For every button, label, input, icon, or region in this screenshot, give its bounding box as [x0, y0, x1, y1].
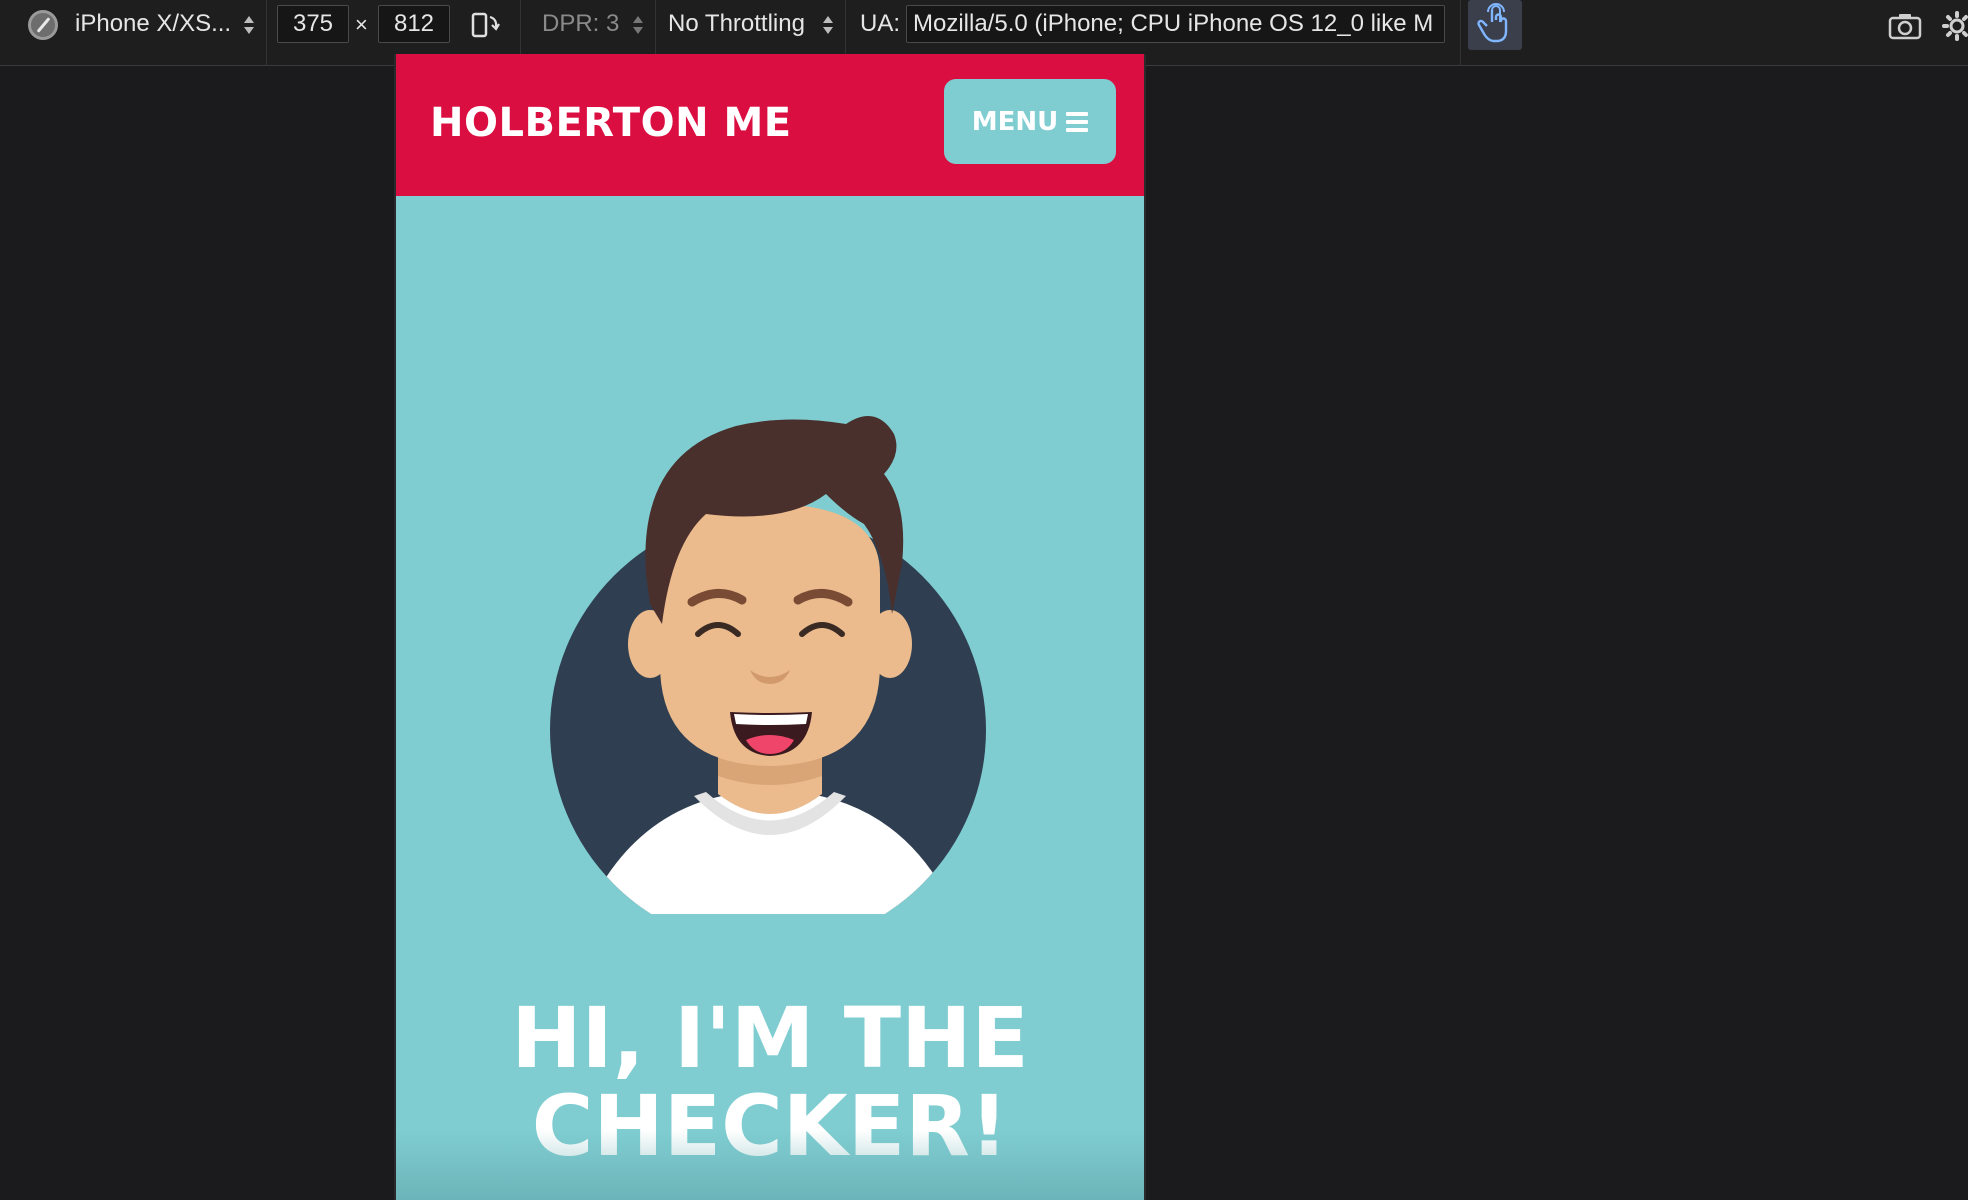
throttling-selector[interactable]: No Throttling	[668, 12, 805, 36]
toolbar-divider	[1460, 0, 1461, 66]
site-header: HOLBERTON ME MENU	[396, 54, 1144, 196]
checker-avatar-illustration	[550, 416, 986, 914]
menu-button[interactable]: MENU	[944, 79, 1116, 164]
touch-simulation-button[interactable]	[1468, 0, 1522, 50]
device-selector[interactable]: iPhone X/XS...	[75, 12, 231, 36]
dpr-selector[interactable]: DPR: 3	[542, 12, 619, 36]
compass-icon[interactable]	[28, 10, 58, 40]
touch-simulation-icon	[1477, 3, 1508, 43]
user-agent-label: UA:	[860, 10, 901, 37]
user-agent-input[interactable]: Mozilla/5.0 (iPhone; CPU iPhone OS 12_0 …	[906, 5, 1445, 43]
toolbar-divider	[266, 0, 267, 66]
scroll-fade	[396, 1130, 1144, 1200]
throttling-selector-arrows-icon[interactable]	[823, 16, 833, 34]
dimension-times-sign: ×	[355, 12, 368, 37]
rotate-device-icon[interactable]	[470, 11, 500, 39]
device-viewport: HOLBERTON ME MENU HI, I'M THE CHECKER!	[394, 54, 1146, 1200]
viewport-height-input[interactable]: 812	[378, 5, 450, 43]
settings-gear-icon[interactable]	[1942, 11, 1968, 41]
hero-title-line1: HI, I'M THE	[511, 989, 1029, 1087]
device-selector-arrows-icon[interactable]	[244, 16, 254, 34]
hamburger-icon	[1066, 111, 1089, 132]
dpr-selector-arrows-icon[interactable]	[633, 16, 643, 34]
menu-label: MENU	[971, 106, 1059, 137]
site-brand[interactable]: HOLBERTON ME	[430, 98, 792, 148]
viewport-width-input[interactable]: 375	[277, 5, 349, 43]
screenshot-camera-icon[interactable]	[1888, 12, 1922, 40]
